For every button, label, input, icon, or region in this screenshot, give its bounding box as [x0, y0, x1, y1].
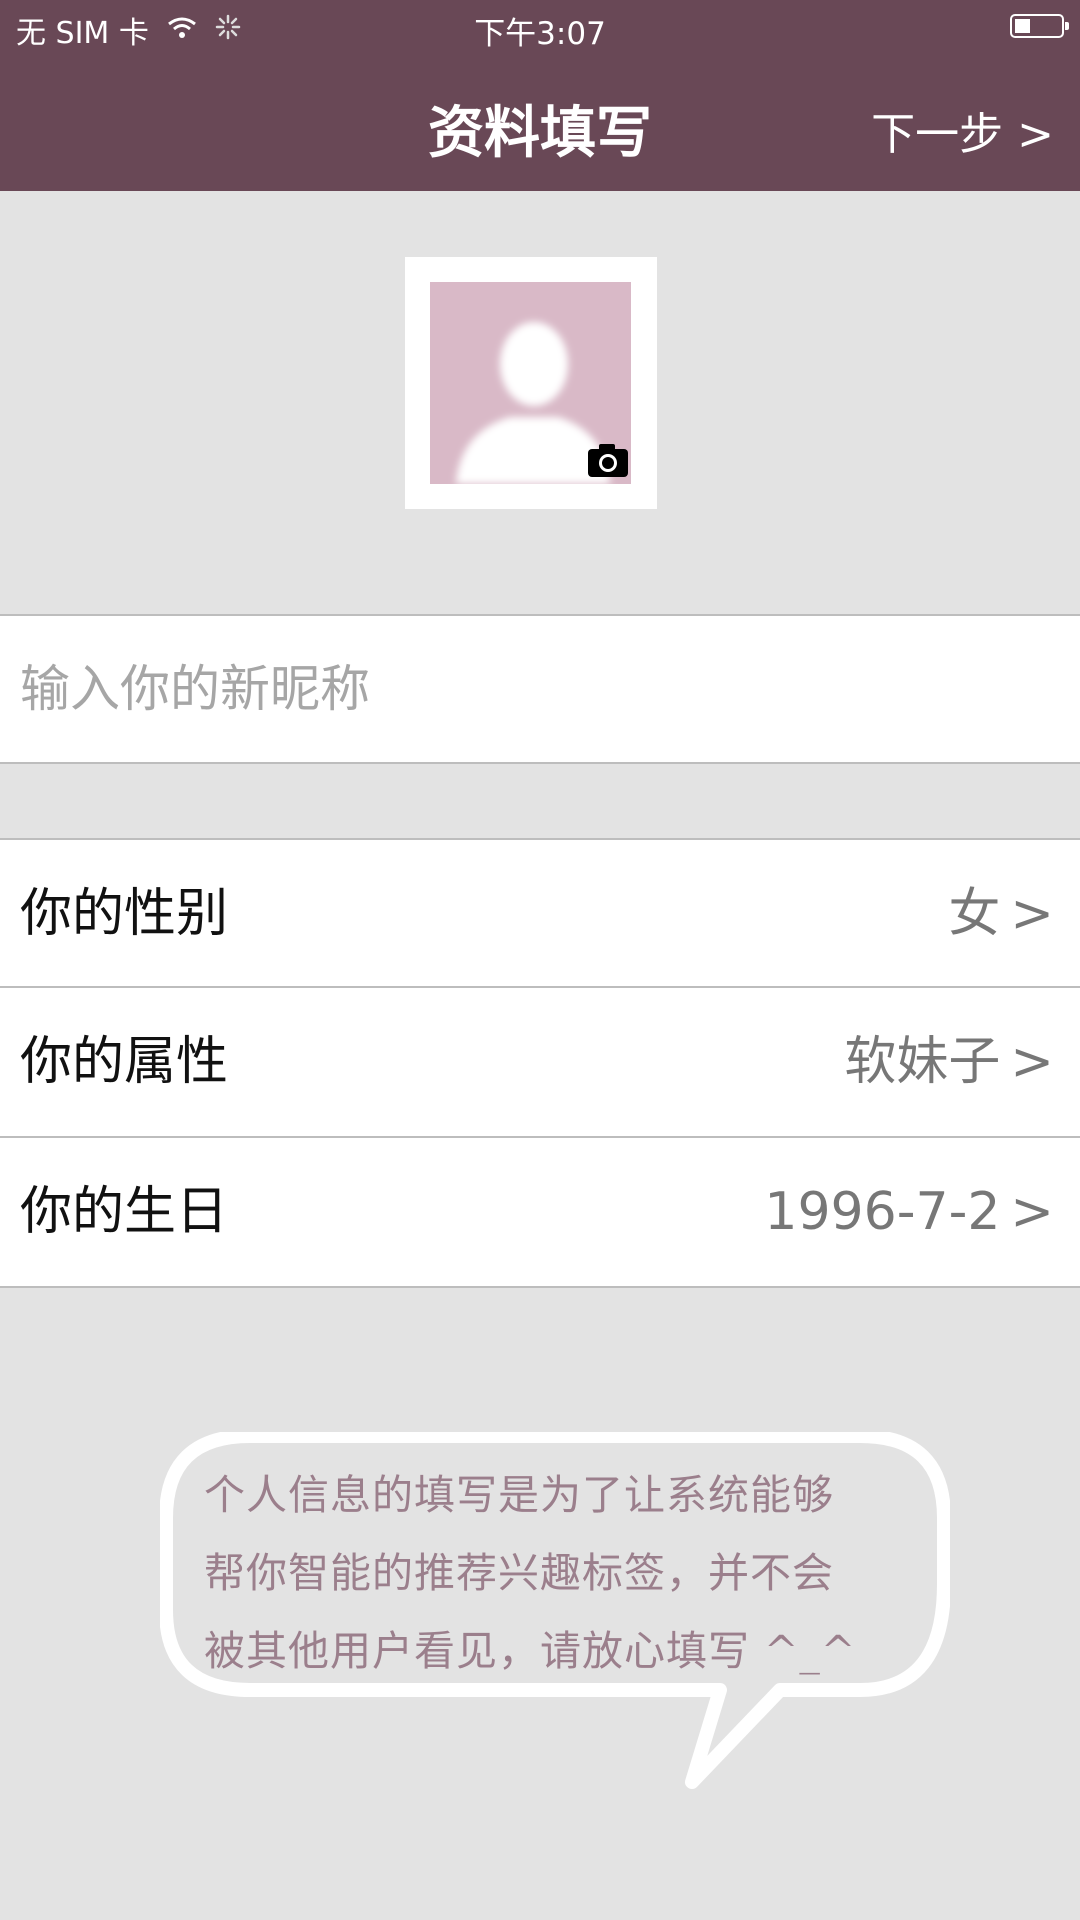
tip-text: 个人信息的填写是为了让系统能够 帮你智能的推荐兴趣标签，并不会 被其他用户看见，… — [204, 1456, 904, 1690]
gender-value: 女 > — [948, 840, 1054, 988]
gender-row[interactable]: 你的性别 女 > — [0, 838, 1080, 988]
attribute-label: 你的属性 — [20, 1032, 229, 1092]
chevron-right-icon: > — [1010, 884, 1054, 944]
attribute-value-text: 软妹子 — [844, 1032, 1001, 1092]
camera-icon[interactable] — [587, 442, 629, 482]
birthday-value-text: 1996-7-2 — [764, 1182, 1001, 1242]
birthday-row[interactable]: 你的生日 1996-7-2 > — [0, 1138, 1080, 1288]
avatar-upload[interactable] — [405, 257, 657, 509]
tip-line: 帮你智能的推荐兴趣标签，并不会 — [204, 1549, 834, 1597]
birthday-value: 1996-7-2 > — [764, 1138, 1054, 1286]
status-bar: 无 SIM 卡 下午3:07 — [0, 0, 1080, 52]
battery-fill — [1015, 19, 1030, 33]
nickname-input[interactable] — [20, 616, 1060, 762]
tip-line: 被其他用户看见，请放心填写 ^_^ — [204, 1627, 857, 1675]
chevron-right-icon: > — [1010, 1032, 1054, 1092]
navigation-header: 无 SIM 卡 下午3:07 资料填写 下一步 > — [0, 0, 1080, 191]
gender-label: 你的性别 — [20, 884, 229, 944]
avatar[interactable] — [430, 282, 631, 484]
attribute-value: 软妹子 > — [844, 988, 1054, 1136]
nickname-row — [0, 614, 1080, 764]
tip-speech-bubble: 个人信息的填写是为了让系统能够 帮你智能的推荐兴趣标签，并不会 被其他用户看见，… — [160, 1432, 950, 1792]
gender-value-text: 女 — [948, 884, 1001, 944]
tip-line: 个人信息的填写是为了让系统能够 — [204, 1471, 834, 1519]
birthday-label: 你的生日 — [20, 1182, 229, 1242]
chevron-right-icon: > — [1010, 1182, 1054, 1242]
next-step-button[interactable]: 下一步 > — [871, 98, 1054, 162]
status-time: 下午3:07 — [474, 16, 606, 52]
battery-icon — [1010, 14, 1069, 38]
attribute-row[interactable]: 你的属性 软妹子 > — [0, 988, 1080, 1138]
